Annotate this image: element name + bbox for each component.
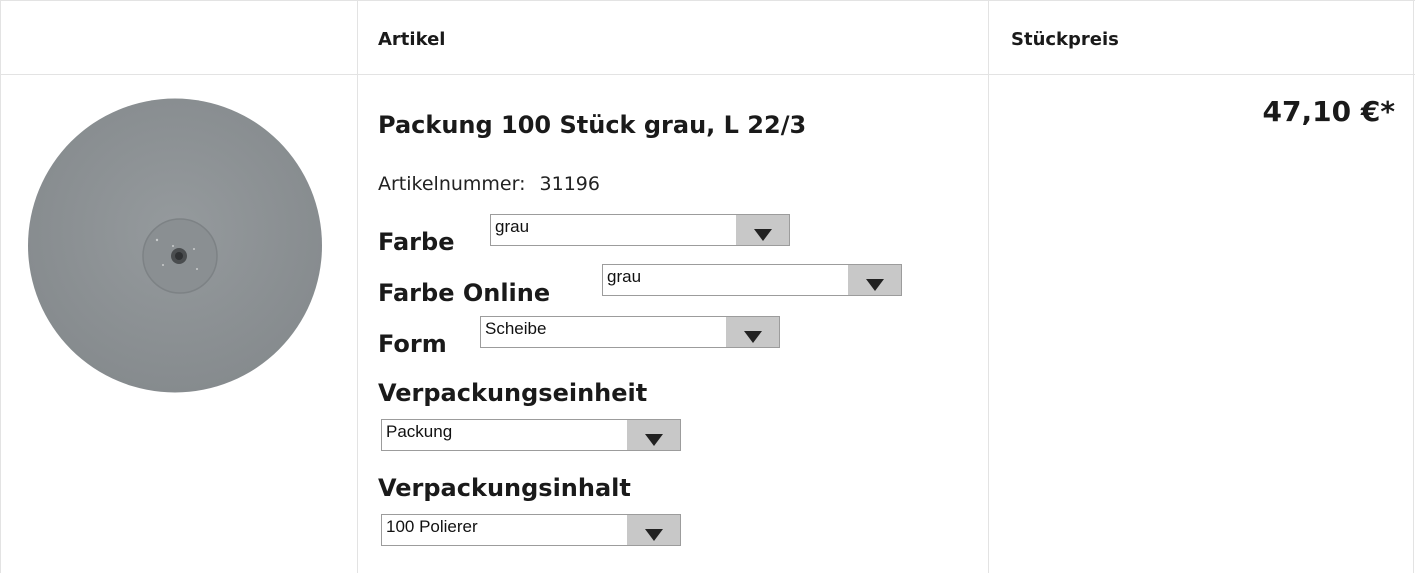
select-farbe-value: grau	[495, 217, 530, 236]
article-number: 31196	[539, 173, 600, 195]
article-number-row: Artikelnummer: 31196	[378, 173, 600, 195]
chevron-down-icon	[645, 434, 663, 446]
select-verpackungsinhalt-value: 100 Polierer	[386, 517, 478, 536]
select-farbe-online-button[interactable]	[848, 265, 901, 295]
option-label-farbe-online: Farbe Online	[378, 279, 551, 307]
product-title[interactable]: Packung 100 Stück grau, L 22/3	[378, 111, 806, 139]
select-farbe[interactable]: grau	[490, 214, 790, 246]
option-label-verpackungsinhalt: Verpackungsinhalt	[378, 474, 631, 502]
column-header-article: Artikel	[378, 29, 446, 50]
table-right-border	[1413, 0, 1414, 573]
select-verpackungsinhalt-button[interactable]	[627, 515, 680, 545]
select-form-value: Scheibe	[485, 319, 547, 338]
column-divider-1	[357, 0, 358, 573]
article-number-label: Artikelnummer:	[378, 173, 526, 195]
product-image[interactable]	[27, 98, 323, 393]
chevron-down-icon	[744, 331, 762, 343]
select-farbe-button[interactable]	[736, 215, 789, 245]
cart-table: Artikel Stückpreis Packung 100 Stück gra…	[0, 0, 1415, 573]
select-verpackungsinhalt[interactable]: 100 Polierer	[381, 514, 681, 546]
option-label-farbe: Farbe	[378, 228, 455, 256]
table-left-border	[0, 0, 1, 573]
option-label-verpackungseinheit: Verpackungseinheit	[378, 379, 648, 407]
select-form[interactable]: Scheibe	[480, 316, 780, 348]
select-verpackungseinheit-value: Packung	[386, 422, 453, 441]
chevron-down-icon	[645, 529, 663, 541]
unit-price: 47,10 €*	[1262, 95, 1395, 128]
select-form-button[interactable]	[726, 317, 779, 347]
select-verpackungseinheit[interactable]: Packung	[381, 419, 681, 451]
table-top-border	[0, 0, 1415, 1]
select-farbe-online[interactable]: grau	[602, 264, 902, 296]
option-label-form: Form	[378, 330, 447, 358]
chevron-down-icon	[866, 279, 884, 291]
column-divider-2	[988, 0, 989, 573]
column-header-price: Stückpreis	[1011, 29, 1119, 50]
select-farbe-online-value: grau	[607, 267, 642, 286]
chevron-down-icon	[754, 229, 772, 241]
select-verpackungseinheit-button[interactable]	[627, 420, 680, 450]
header-divider	[0, 74, 1415, 75]
